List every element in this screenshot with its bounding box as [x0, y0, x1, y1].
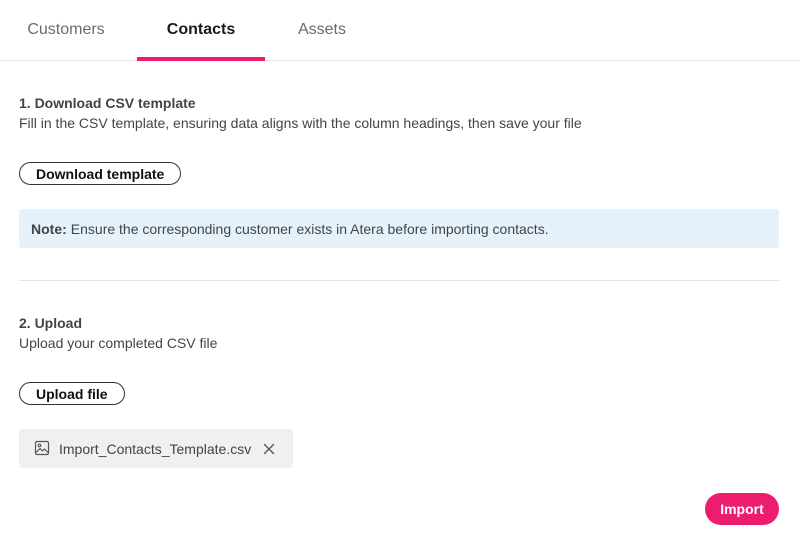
note-banner: Note: Ensure the corresponding customer …: [19, 209, 779, 248]
step2-title: 2. Upload: [19, 315, 83, 331]
import-button[interactable]: Import: [705, 493, 779, 525]
uploaded-file-chip: Import_Contacts_Template.csv: [19, 429, 293, 468]
close-icon[interactable]: [261, 441, 277, 457]
tab-contacts[interactable]: Contacts: [137, 0, 265, 61]
import-page: Customers Contacts Assets 1. Download CS…: [0, 0, 799, 544]
tab-customers[interactable]: Customers: [16, 0, 116, 60]
tab-assets[interactable]: Assets: [280, 0, 364, 60]
file-name: Import_Contacts_Template.csv: [59, 440, 252, 457]
tab-bar: Customers Contacts Assets: [0, 0, 799, 61]
section-divider: [19, 280, 779, 281]
step2-description: Upload your completed CSV file: [19, 335, 218, 351]
step1-title: 1. Download CSV template: [19, 95, 196, 111]
note-text: Ensure the corresponding customer exists…: [70, 220, 549, 237]
download-template-button[interactable]: Download template: [19, 162, 182, 185]
image-icon: [34, 440, 52, 458]
note-label: Note:: [31, 220, 67, 237]
upload-file-button[interactable]: Upload file: [19, 382, 125, 405]
step1-description: Fill in the CSV template, ensuring data …: [19, 115, 582, 131]
